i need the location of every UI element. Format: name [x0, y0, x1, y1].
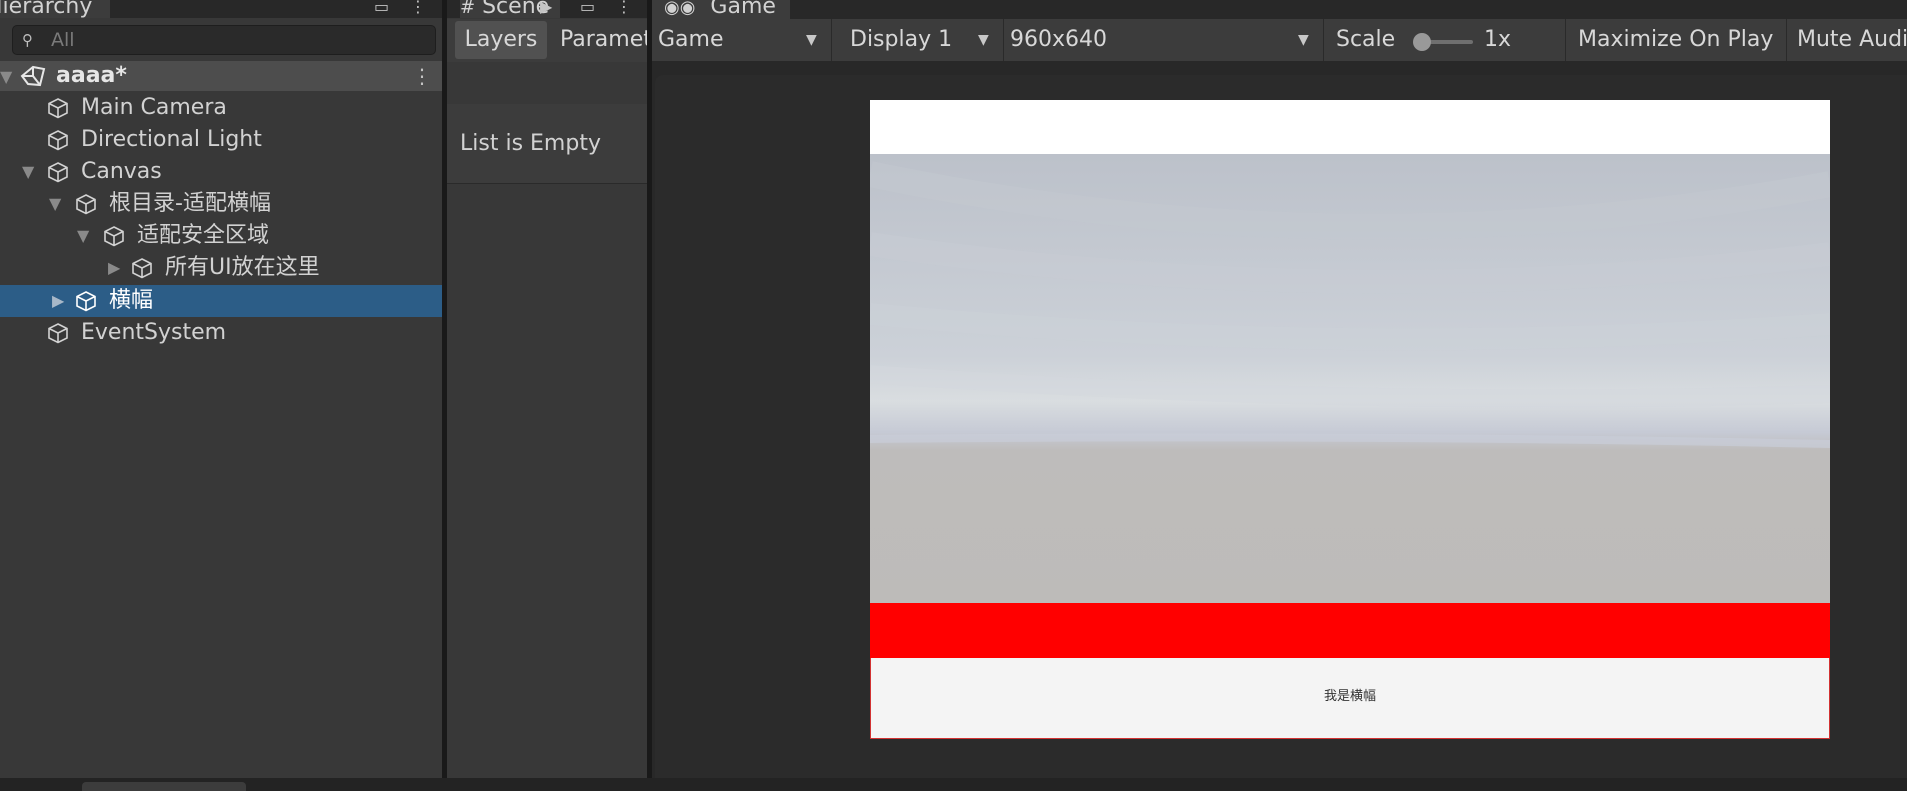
hierarchy-item[interactable]: Main Camera [0, 92, 442, 124]
hierarchy-item[interactable]: EventSystem [0, 317, 442, 349]
collapse-arrow-icon[interactable]: ▼ [49, 188, 61, 220]
lock-icon[interactable]: ▭ [374, 0, 389, 15]
grid-icon: # [460, 0, 476, 18]
mute-audio-toggle[interactable]: Mute Audio [1787, 19, 1907, 61]
gameobject-cube-icon [76, 291, 96, 312]
scene-menu-icon[interactable]: ⋮ [412, 61, 432, 91]
hierarchy-item-label: Main Camera [81, 95, 227, 120]
hierarchy-item[interactable]: ▼ 适配安全区域 [0, 220, 442, 252]
more-options-icon[interactable]: ⋮ [410, 0, 426, 15]
hierarchy-item[interactable]: ▼ Canvas [0, 156, 442, 188]
scene-row[interactable]: ▼ aaaa* ⋮ [0, 61, 442, 91]
banner-red-bar [870, 603, 1830, 658]
hierarchy-item-label: EventSystem [81, 320, 227, 345]
empty-list-message: List is Empty [447, 104, 647, 184]
hierarchy-item-label: 根目录-适配横幅 [109, 191, 271, 216]
expand-arrow-icon[interactable]: ▶ [108, 252, 120, 284]
unity-scene-icon [20, 65, 46, 87]
banner-text: 我是横幅 [1323, 689, 1376, 704]
hierarchy-item-label: 所有UI放在这里 [165, 255, 320, 280]
hierarchy-search-input[interactable]: ⚲ All [12, 25, 436, 55]
tab-hierarchy[interactable]: Hierarchy [0, 0, 110, 18]
dropdown-arrow-icon: ▼ [978, 32, 989, 48]
skybox [870, 154, 1830, 603]
banner-panel: 我是横幅 [870, 658, 1830, 739]
gameobject-cube-icon [76, 194, 96, 215]
game-viewport[interactable]: 我是横幅 [870, 100, 1830, 739]
gameobject-cube-icon [132, 258, 152, 279]
game-tab-strip [652, 0, 1907, 19]
tab-game[interactable]: ◉◉ Game [652, 0, 790, 19]
dropdown-arrow-icon: ▼ [1298, 32, 1309, 48]
maximize-icon[interactable]: ▭ [580, 0, 595, 15]
resolution-dropdown[interactable]: 960x640 ▼ [1004, 19, 1324, 61]
gameobject-cube-icon [48, 98, 68, 119]
tab-overflow-icon[interactable]: ▶ [540, 0, 552, 15]
scale-slider-handle[interactable] [1413, 33, 1431, 51]
layers-button[interactable]: Layers [455, 21, 547, 59]
dropdown-arrow-icon: ▼ [806, 32, 817, 48]
gamepad-icon: ◉◉ [664, 0, 696, 18]
hierarchy-item-label: 横幅 [109, 288, 154, 313]
expand-arrow-icon[interactable]: ▶ [52, 285, 64, 317]
display-dropdown[interactable]: Display 1 ▼ [834, 19, 1004, 61]
hierarchy-item-label: 适配安全区域 [137, 223, 270, 248]
scale-label: Scale [1336, 27, 1396, 52]
hierarchy-item[interactable]: ▼ 根目录-适配横幅 [0, 188, 442, 220]
hierarchy-item-label: Canvas [81, 159, 162, 184]
collapse-arrow-icon[interactable]: ▼ [0, 67, 12, 86]
hierarchy-item-label: Directional Light [81, 127, 262, 152]
gameobject-cube-icon [48, 162, 68, 183]
gameobject-cube-icon [104, 226, 124, 247]
collapse-arrow-icon[interactable]: ▼ [22, 156, 34, 188]
search-icon: ⚲ [22, 31, 33, 49]
more-options-icon[interactable]: ⋮ [616, 0, 632, 15]
collapse-arrow-icon[interactable]: ▼ [77, 220, 89, 252]
hierarchy-item[interactable]: ▶ 所有UI放在这里 [0, 252, 442, 284]
bottom-panel-tab[interactable] [82, 782, 246, 791]
gameobject-cube-icon [48, 323, 68, 344]
parameters-button[interactable]: Parameters [552, 21, 647, 59]
hierarchy-item[interactable]: Directional Light [0, 124, 442, 156]
bottom-panel-strip [0, 778, 1907, 791]
hierarchy-item-selected[interactable]: ▶ 横幅 [0, 285, 442, 317]
scene-name: aaaa* [56, 63, 127, 88]
layers-header [447, 62, 647, 105]
gameobject-cube-icon [48, 130, 68, 151]
game-mode-dropdown[interactable]: Game ▼ [652, 19, 832, 61]
scale-value: 1x [1484, 27, 1512, 52]
search-placeholder: All [51, 29, 75, 51]
top-safe-area [870, 100, 1830, 154]
maximize-on-play-toggle[interactable]: Maximize On Play [1568, 19, 1787, 61]
